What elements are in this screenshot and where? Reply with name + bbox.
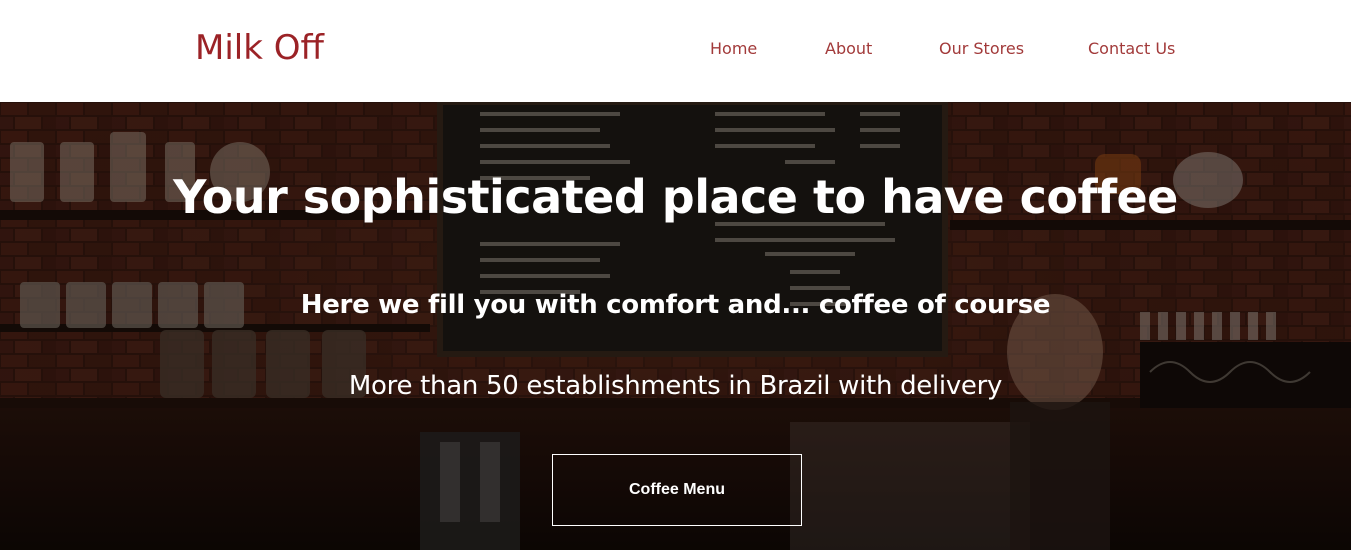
hero-subtitle: Here we fill you with comfort and... cof…: [300, 290, 1051, 320]
coffee-menu-button[interactable]: Coffee Menu: [552, 454, 802, 526]
hero-title: Your sophisticated place to have coffee: [173, 170, 1178, 224]
nav-link-home[interactable]: Home: [710, 36, 757, 62]
brand-logo[interactable]: Milk Off: [195, 26, 324, 70]
navbar: Milk Off Home About Our Stores Contact U…: [0, 0, 1351, 102]
nav-link-our-stores[interactable]: Our Stores: [939, 36, 1024, 62]
nav-link-contact-us[interactable]: Contact Us: [1088, 36, 1175, 62]
hero-section: Your sophisticated place to have coffee …: [0, 102, 1351, 550]
hero-description: More than 50 establishments in Brazil wi…: [348, 371, 1003, 401]
nav-link-about[interactable]: About: [825, 36, 872, 62]
